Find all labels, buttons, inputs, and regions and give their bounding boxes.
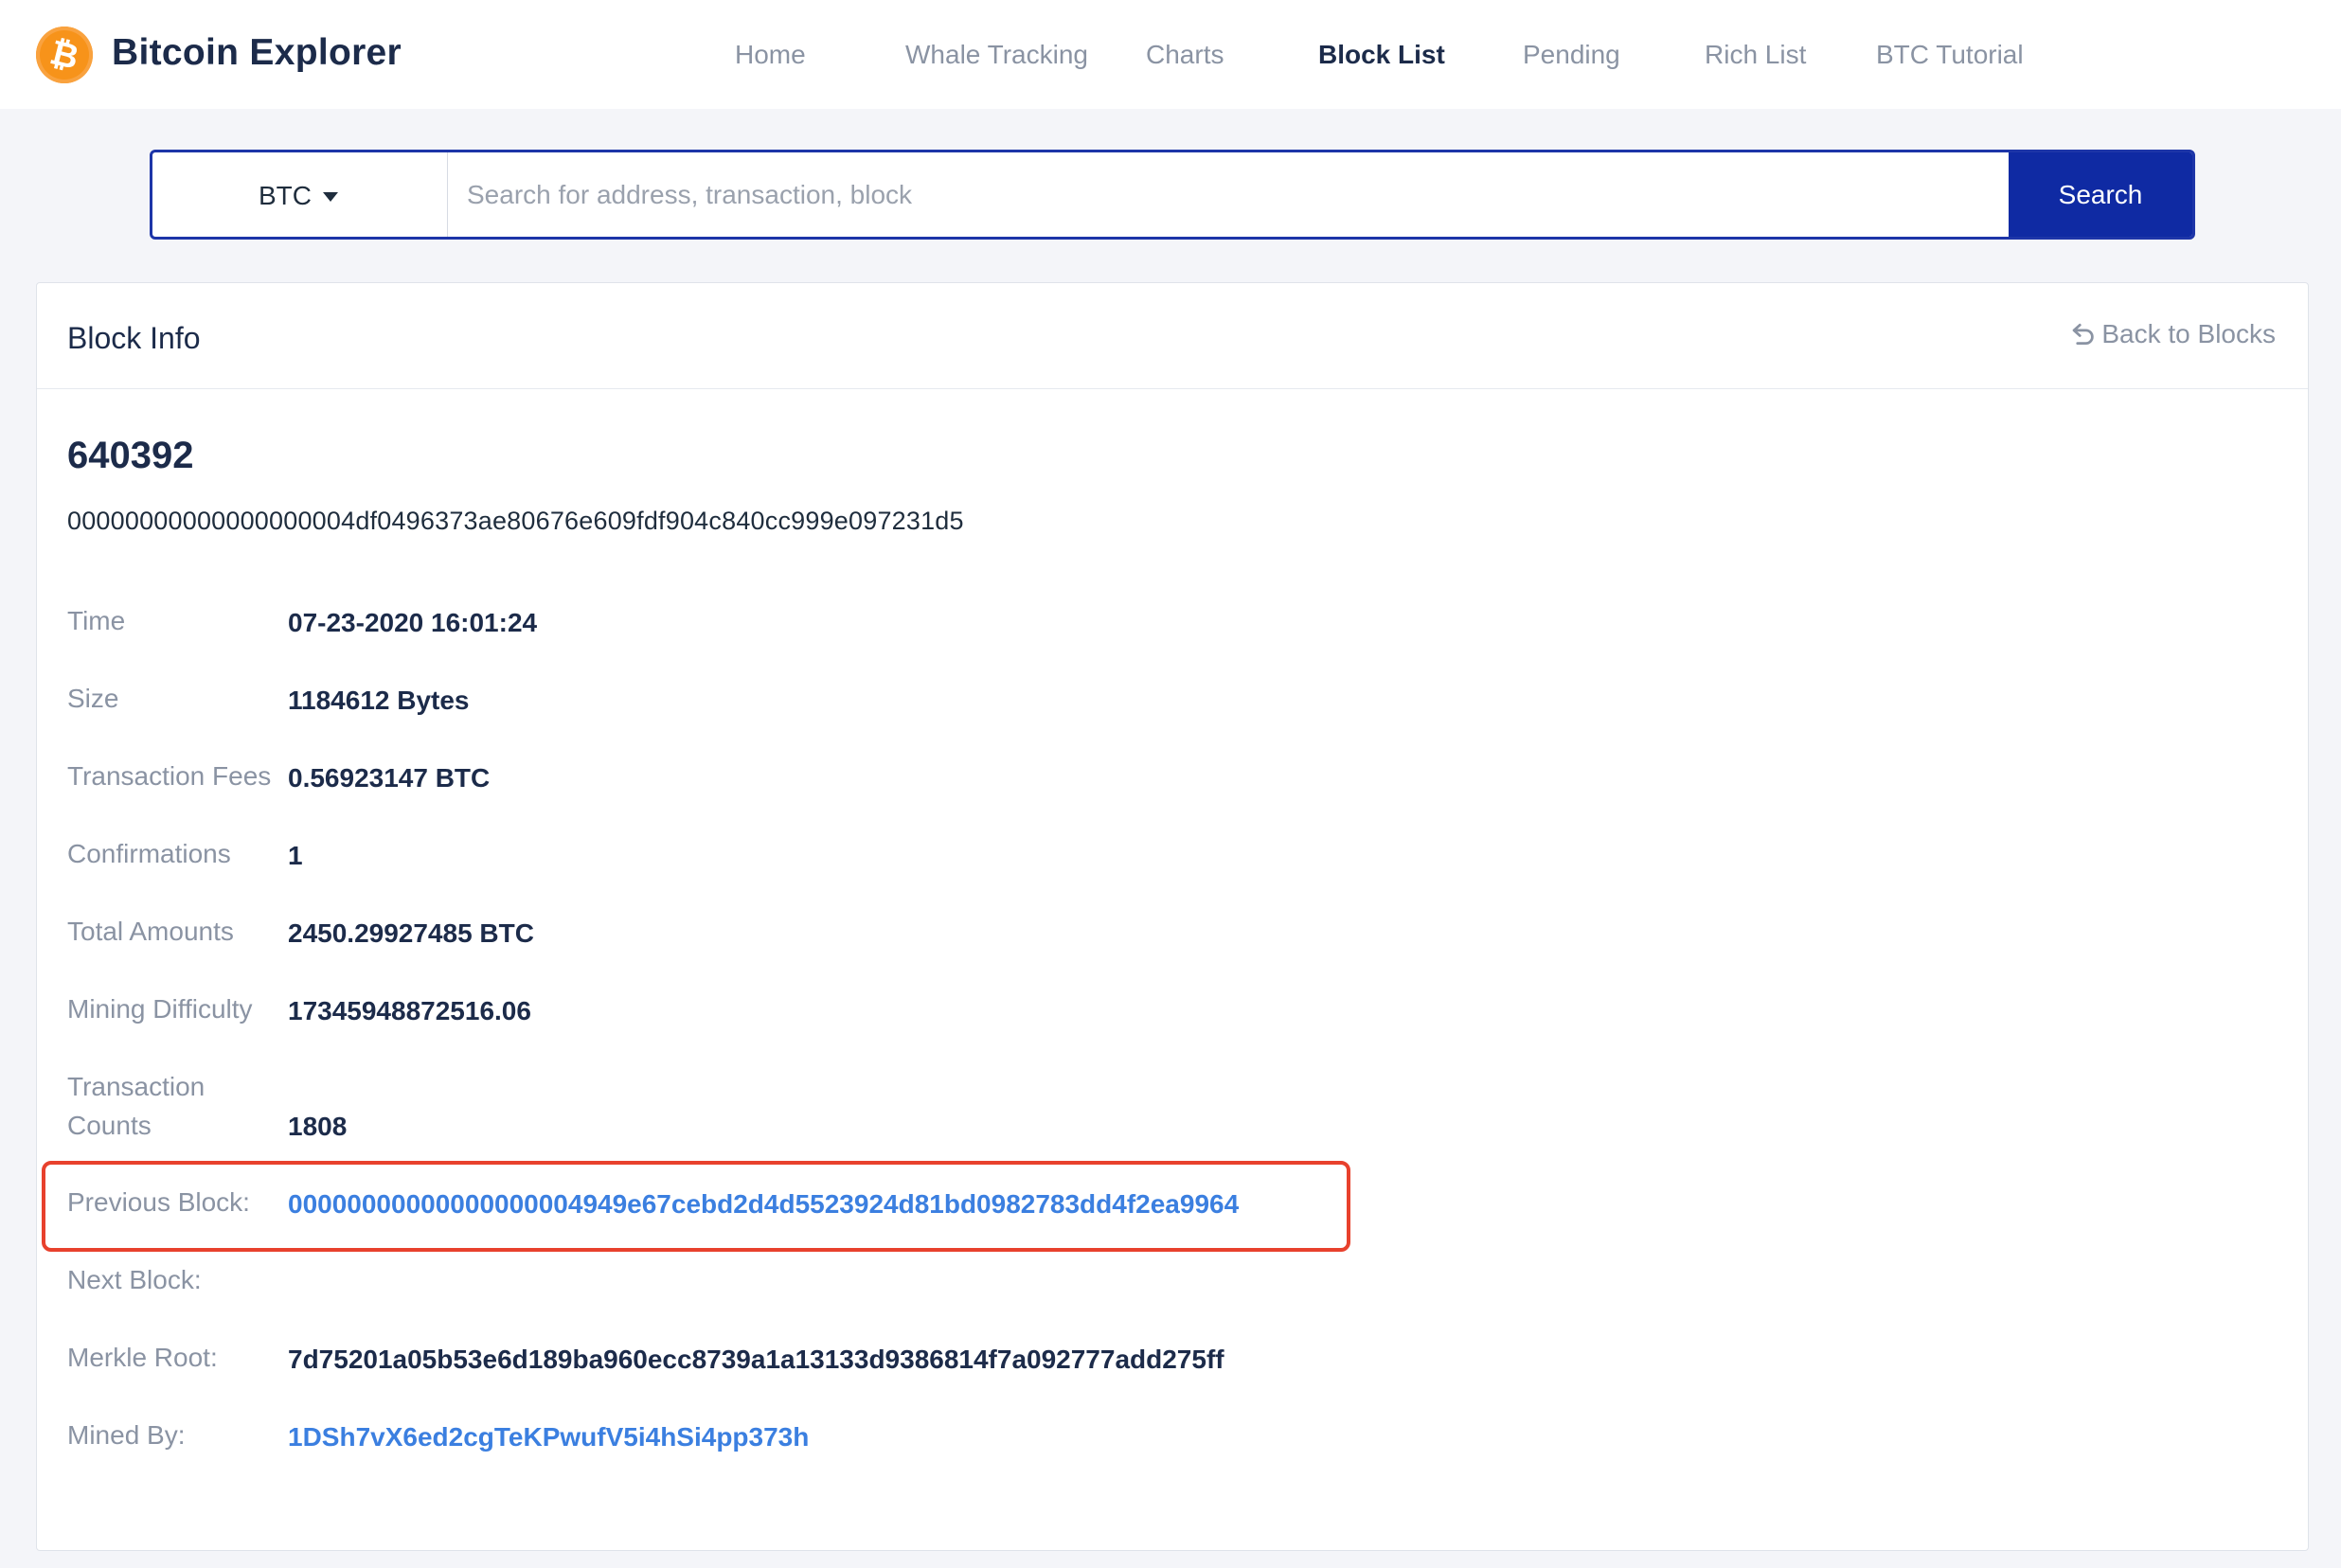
card-title: Block Info (67, 321, 201, 355)
field-label: Mining Difficulty (67, 994, 253, 1024)
previous-block-link[interactable]: 00000000000000000004949e67cebd2d4d552392… (288, 1185, 1239, 1223)
brand-title[interactable]: Bitcoin Explorer (112, 32, 402, 74)
field-value: 7d75201a05b53e6d189ba960ecc8739a1a13133d… (288, 1345, 1224, 1374)
mined-by-address-link[interactable]: 1DSh7vX6ed2cgTeKPwufV5i4hSi4pp373h (288, 1417, 809, 1456)
field-value: 17345948872516.06 (288, 996, 531, 1025)
field-label: Merkle Root: (67, 1343, 218, 1372)
field-value: 1808 (288, 1112, 348, 1141)
bitcoin-logo-icon[interactable]: ₿ (36, 27, 93, 83)
back-to-blocks-link[interactable]: Back to Blocks (2069, 319, 2276, 349)
block-hash: 00000000000000000004df0496373ae80676e609… (67, 507, 964, 535)
block-height: 640392 (67, 435, 194, 476)
coin-select-dropdown[interactable]: BTC (152, 152, 448, 237)
nav-pending[interactable]: Pending (1523, 40, 1620, 70)
back-arrow-icon (2072, 323, 2095, 345)
field-label: Total Amounts (67, 917, 234, 946)
bitcoin-symbol: ₿ (45, 32, 83, 77)
nav-rich-list[interactable]: Rich List (1705, 40, 1806, 70)
field-label: Confirmations (67, 839, 231, 868)
nav-home[interactable]: Home (735, 40, 806, 70)
coin-select-value: BTC (259, 181, 312, 210)
search-button[interactable]: Search (2009, 152, 2192, 237)
nav-btc-tutorial[interactable]: BTC Tutorial (1876, 40, 2024, 70)
field-value: 07-23-2020 16:01:24 (288, 608, 538, 637)
search-input[interactable] (448, 152, 2009, 237)
field-label: Time (67, 606, 126, 635)
field-label: Next Block: (67, 1265, 202, 1294)
nav-whale-tracking[interactable]: Whale Tracking (905, 40, 1088, 70)
field-value: 1184612 Bytes (288, 686, 470, 715)
field-label: Transaction Fees (67, 761, 272, 791)
nav-charts[interactable]: Charts (1146, 40, 1224, 70)
field-label: Size (67, 684, 119, 713)
field-label: Transaction Counts (67, 1072, 206, 1140)
field-value: 1 (288, 841, 303, 870)
field-label: Mined By: (67, 1420, 186, 1450)
caret-down-icon (323, 192, 338, 202)
field-value: 0.56923147 BTC (288, 763, 491, 793)
card-header: Block Info Back to Blocks (37, 283, 2308, 389)
search-bar: BTC Search (150, 150, 2195, 240)
back-to-blocks-label: Back to Blocks (2101, 319, 2276, 348)
nav-block-list[interactable]: Block List (1318, 40, 1445, 70)
field-value: 2450.29927485 BTC (288, 918, 534, 948)
top-header: ₿ Bitcoin Explorer Home Whale Tracking C… (0, 0, 2341, 109)
field-label: Previous Block: (67, 1187, 250, 1217)
block-info-card: Block Info Back to Blocks 640392 0000000… (36, 282, 2309, 1551)
